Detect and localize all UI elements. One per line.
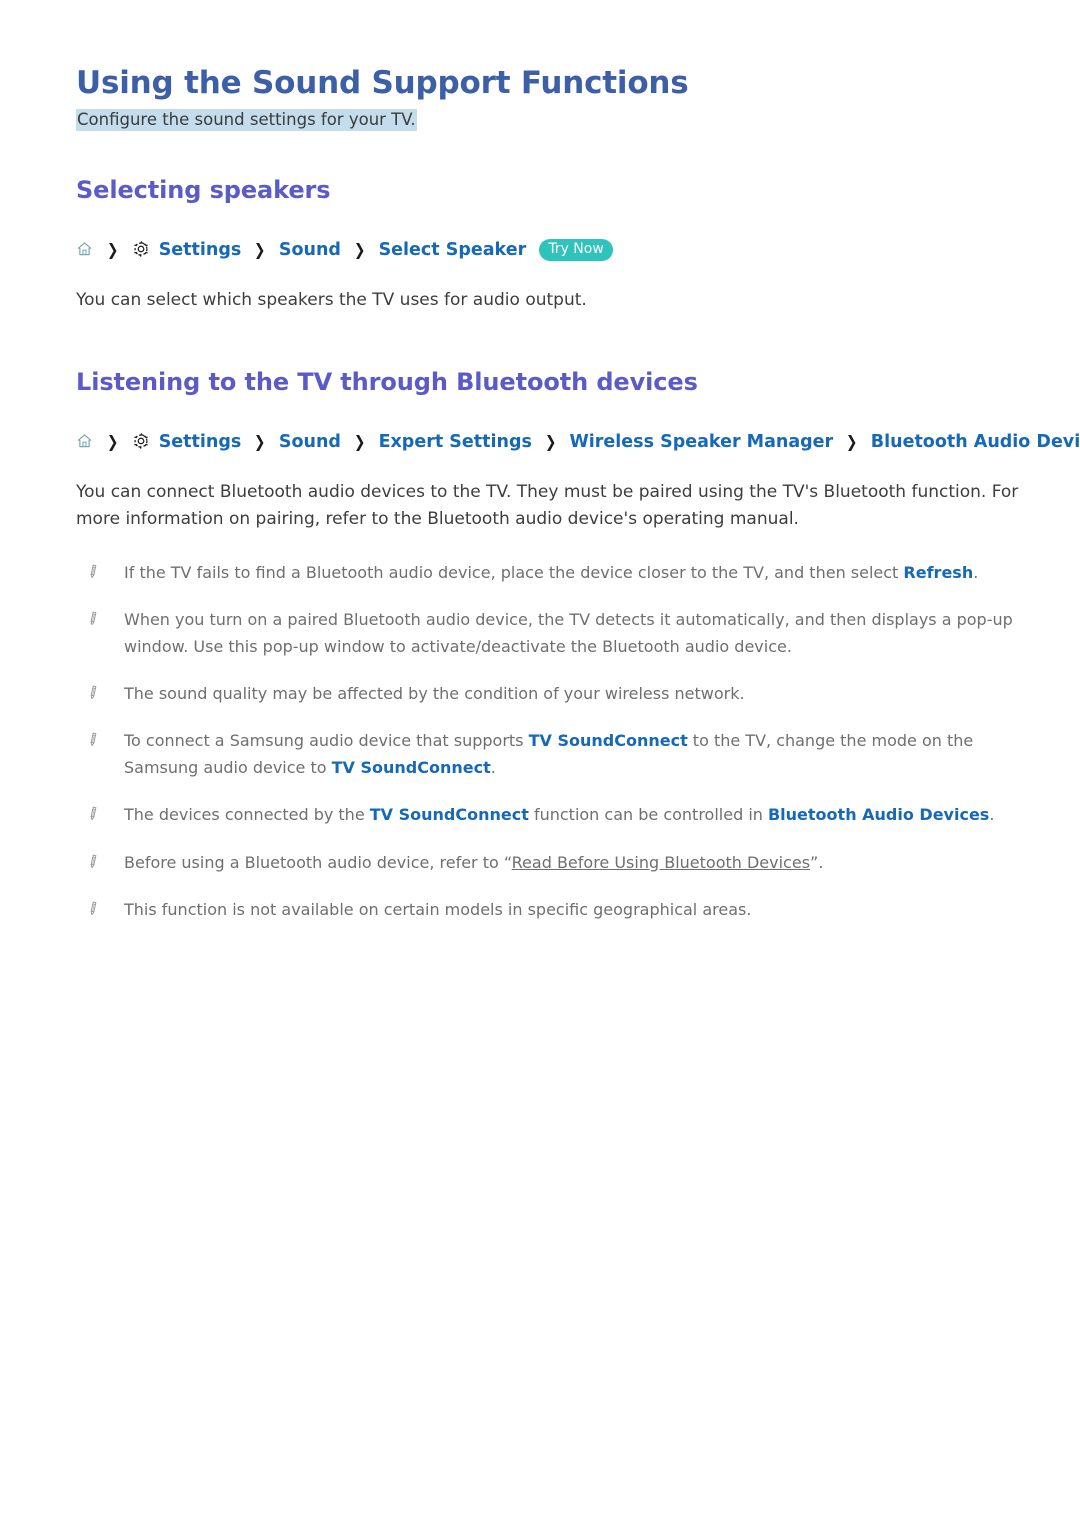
page-subtitle-container: Configure the sound settings for your TV… [76,108,1020,133]
pencil-icon [84,731,102,749]
breadcrumb-item-settings[interactable]: Settings [159,432,242,452]
gear-icon[interactable] [132,432,150,450]
note-item: Before using a Bluetooth audio device, r… [76,850,1020,876]
pencil-icon [84,900,102,918]
note-text-segment: To connect a Samsung audio device that s… [124,731,529,751]
breadcrumb-item-sound[interactable]: Sound [279,432,341,452]
pencil-icon [84,805,102,823]
note-item: The sound quality may be affected by the… [76,681,1020,707]
note-text-segment: . [973,562,979,582]
breadcrumb-item-settings[interactable]: Settings [159,240,242,260]
pencil-icon [84,563,102,581]
breadcrumb-separator: ❯ [846,432,858,452]
breadcrumb-separator: ❯ [254,240,266,260]
note-emphasis-link[interactable]: Refresh [903,563,973,582]
gear-icon[interactable] [132,240,150,258]
note-list: If the TV fails to find a Bluetooth audi… [76,560,1020,924]
note-text-segment: This function is not available on certai… [124,899,752,919]
note-emphasis-link[interactable]: TV SoundConnect [332,758,491,777]
breadcrumb-separator: ❯ [254,432,266,452]
note-text: The devices connected by the TV SoundCon… [124,805,994,824]
document-page: Using the Sound Support Functions Config… [0,0,1080,1527]
breadcrumb-separator: ❯ [107,240,119,260]
section-heading-selecting-speakers: Selecting speakers [76,176,331,205]
note-text: This function is not available on certai… [124,900,751,919]
pencil-icon [84,610,102,628]
breadcrumb-bluetooth-audio-devices: ❯ Settings ❯ Sound ❯ Expert Settings ❯ W… [76,431,1080,455]
section-heading-bluetooth-listening: Listening to the TV through Bluetooth de… [76,368,698,397]
page-subtitle: Configure the sound settings for your TV… [76,108,417,131]
note-emphasis-link[interactable]: Bluetooth Audio Devices [768,805,989,824]
breadcrumb-separator: ❯ [354,432,366,452]
breadcrumb-item-expert-settings[interactable]: Expert Settings [379,432,532,452]
note-text-segment: Before using a Bluetooth audio device, r… [124,852,512,872]
home-icon[interactable] [76,241,93,257]
note-text-segment: function can be controlled in [528,805,768,825]
breadcrumb-item-sound[interactable]: Sound [279,240,341,260]
breadcrumb-item-bluetooth-audio-devices[interactable]: Bluetooth Audio Devices [871,432,1080,452]
breadcrumb-separator: ❯ [545,432,557,452]
breadcrumb-select-speaker: ❯ Settings ❯ Sound ❯ Select Speaker Try … [76,239,1020,263]
note-text-segment: The sound quality may be affected by the… [124,684,745,703]
note-text-segment: . [989,805,995,825]
note-item: The devices connected by the TV SoundCon… [76,802,1020,828]
note-text-segment: ”. [810,852,824,872]
note-text-segment: If the TV fails to find a Bluetooth audi… [124,562,904,582]
pencil-icon [84,684,102,702]
note-emphasis-link[interactable]: TV SoundConnect [370,805,529,824]
note-text-segment: When you turn on a paired Bluetooth audi… [124,610,1013,656]
note-text-segment: The devices connected by the [124,805,370,825]
note-text: To connect a Samsung audio device that s… [124,731,973,776]
note-text: When you turn on a paired Bluetooth audi… [124,610,1013,655]
note-reference-link[interactable]: Read Before Using Bluetooth Devices [512,853,810,872]
pencil-icon [84,853,102,871]
note-item: To connect a Samsung audio device that s… [76,728,1020,781]
section-body-line-1: You can connect Bluetooth audio devices … [76,481,987,502]
page-title: Using the Sound Support Functions [76,65,689,101]
note-item: When you turn on a paired Bluetooth audi… [76,607,1020,660]
try-now-badge[interactable]: Try Now [539,239,613,262]
breadcrumb-separator: ❯ [107,432,119,452]
note-text: If the TV fails to find a Bluetooth audi… [124,563,978,582]
note-item: If the TV fails to find a Bluetooth audi… [76,560,1020,586]
breadcrumb-separator: ❯ [354,240,366,260]
home-icon[interactable] [76,433,93,449]
note-item: This function is not available on certai… [76,897,1020,923]
note-text: Before using a Bluetooth audio device, r… [124,853,823,872]
section-body-selecting-speakers: You can select which speakers the TV use… [76,289,587,310]
breadcrumb-item-wireless-speaker-manager[interactable]: Wireless Speaker Manager [570,432,834,452]
section-body-bluetooth-listening: You can connect Bluetooth audio devices … [76,479,1020,534]
note-text: The sound quality may be affected by the… [124,684,745,703]
note-text-segment: . [490,757,496,777]
breadcrumb-item-select-speaker[interactable]: Select Speaker [379,240,527,260]
note-emphasis-link[interactable]: TV SoundConnect [529,731,688,750]
